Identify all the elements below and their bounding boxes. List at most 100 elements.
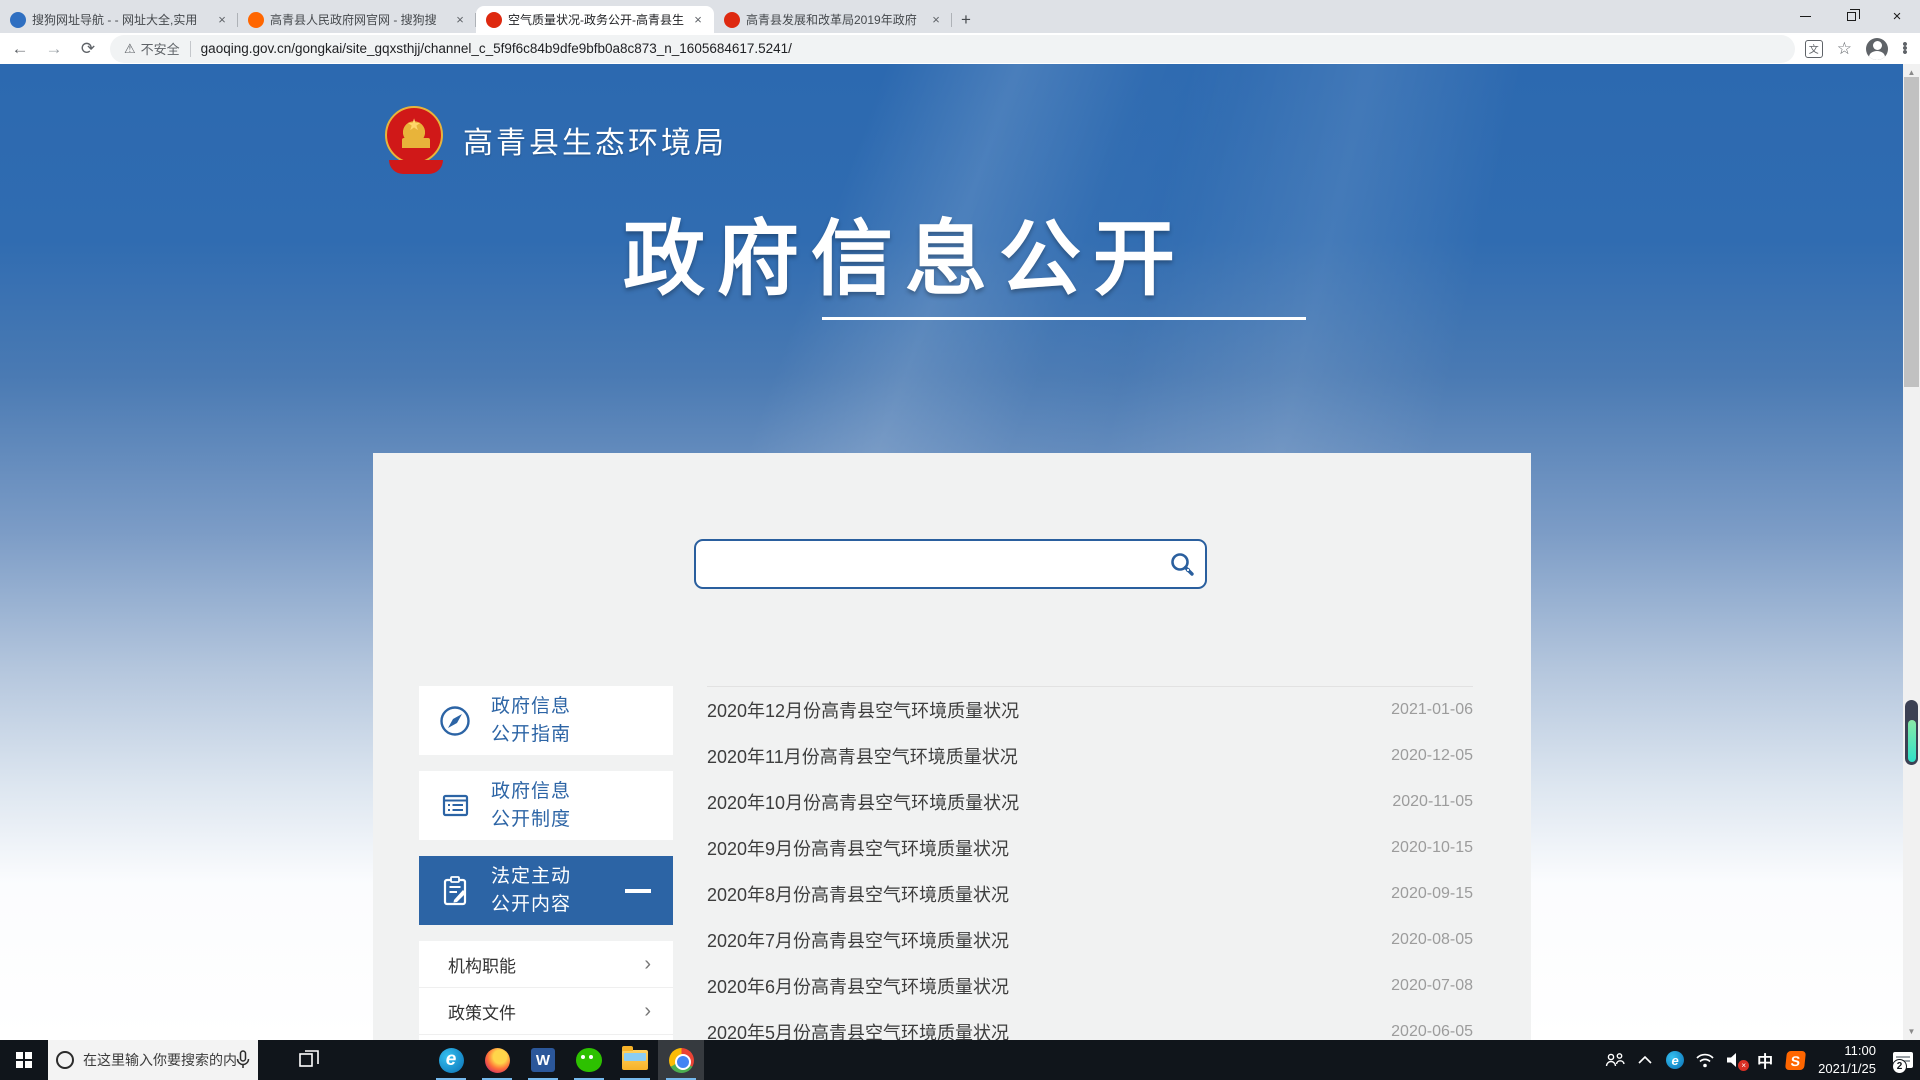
article-title[interactable]: 2020年11月份高青县空气环境质量状况 bbox=[707, 743, 1018, 769]
back-icon[interactable]: ← bbox=[6, 35, 34, 63]
scroll-down-arrow-icon[interactable]: ▼ bbox=[1903, 1023, 1920, 1040]
article-row[interactable]: 2020年11月份高青县空气环境质量状况 2020-12-05 bbox=[707, 733, 1473, 779]
notification-badge: 2 bbox=[1892, 1059, 1907, 1074]
tab-close-icon[interactable]: × bbox=[690, 12, 706, 28]
sidebar-item-statutory-disclosure[interactable]: 法定主动 公开内容 bbox=[419, 856, 673, 925]
volume-muted-icon[interactable]: × bbox=[1720, 1040, 1750, 1080]
browser-tab[interactable]: 空气质量状况-政务公开-高青县生 × bbox=[476, 6, 714, 33]
article-row[interactable]: 2020年9月份高青县空气环境质量状况 2020-10-15 bbox=[707, 825, 1473, 871]
sidebar-item-gov-info-system[interactable]: 政府信息 公开制度 bbox=[419, 771, 673, 840]
article-date: 2020-10-15 bbox=[1391, 839, 1473, 856]
sidebar-item-label: 政府信息 公开指南 bbox=[491, 695, 572, 745]
minimize-button[interactable] bbox=[1782, 0, 1828, 33]
tab-close-icon[interactable]: × bbox=[214, 12, 230, 28]
content-card: 政府信息 公开指南 政府信息 公开制度 法定主动 公开内容 机构职能 › 政策文… bbox=[373, 453, 1531, 1040]
site-search-input[interactable] bbox=[696, 541, 1159, 587]
tab-close-icon[interactable]: × bbox=[928, 12, 944, 28]
clock-time: 11:00 bbox=[1844, 1043, 1876, 1059]
edge-tray-icon[interactable]: e bbox=[1660, 1040, 1690, 1080]
system-tray: e × 中 S 11:00 2021/1/25 2 bbox=[1600, 1040, 1920, 1080]
document-icon bbox=[419, 787, 491, 825]
sidebar-item-label: 法定主动 公开内容 bbox=[491, 865, 572, 915]
browser-tab[interactable]: 搜狗网址导航 - - 网址大全,实用 × bbox=[0, 6, 238, 33]
article-title[interactable]: 2020年9月份高青县空气环境质量状况 bbox=[707, 835, 1009, 861]
omnibox[interactable]: ⚠ 不安全 gaoqing.gov.cn/gongkai/site_gqxsth… bbox=[110, 34, 1795, 63]
tab-title: 高青县发展和改革局2019年政府 bbox=[746, 13, 917, 27]
article-title[interactable]: 2020年6月份高青县空气环境质量状况 bbox=[707, 973, 1009, 999]
edge-icon: e bbox=[438, 1047, 464, 1073]
sogou-tray-icon[interactable]: S bbox=[1780, 1040, 1810, 1080]
article-row[interactable]: 2020年10月份高青县空气环境质量状况 2020-11-05 bbox=[707, 779, 1473, 825]
article-title[interactable]: 2020年8月份高青县空气环境质量状况 bbox=[707, 881, 1009, 907]
tab-close-icon[interactable]: × bbox=[452, 12, 468, 28]
restore-button[interactable] bbox=[1828, 0, 1874, 33]
close-button[interactable]: × bbox=[1874, 0, 1920, 33]
article-row[interactable]: 2020年8月份高青县空气环境质量状况 2020-09-15 bbox=[707, 871, 1473, 917]
scrollbar-thumb[interactable] bbox=[1904, 77, 1919, 387]
sidebar-item-gov-info-guide[interactable]: 政府信息 公开指南 bbox=[419, 686, 673, 755]
submenu-item[interactable]: 政策文件 › bbox=[419, 988, 673, 1035]
search-button[interactable] bbox=[1159, 541, 1205, 587]
article-title[interactable]: 2020年10月份高青县空气环境质量状况 bbox=[707, 789, 1019, 815]
browser-tab-bar: 搜狗网址导航 - - 网址大全,实用 × 高青县人民政府网官网 - 搜狗搜 × … bbox=[0, 0, 1920, 33]
forward-icon[interactable]: → bbox=[40, 35, 68, 63]
article-date: 2021-01-06 bbox=[1391, 701, 1473, 718]
collapse-minus-icon[interactable] bbox=[625, 889, 651, 893]
tab-title: 高青县人民政府网官网 - 搜狗搜 bbox=[270, 13, 437, 27]
browser-tab[interactable]: 高青县发展和改革局2019年政府 × bbox=[714, 6, 952, 33]
translate-icon[interactable]: 文 bbox=[1804, 39, 1823, 58]
security-warning-icon: ⚠ bbox=[124, 40, 136, 56]
taskbar-clock[interactable]: 11:00 2021/1/25 bbox=[1818, 1042, 1876, 1077]
browser-menu-icon[interactable]: • • • bbox=[1902, 37, 1908, 60]
chevron-right-icon: › bbox=[644, 1000, 651, 1022]
taskbar-app-word[interactable]: W bbox=[520, 1040, 566, 1080]
start-button[interactable] bbox=[0, 1040, 48, 1080]
action-center-button[interactable]: 2 bbox=[1886, 1040, 1920, 1080]
tray-expand-chevron-icon[interactable] bbox=[1630, 1040, 1660, 1080]
article-date: 2020-12-05 bbox=[1391, 747, 1473, 764]
microphone-icon[interactable] bbox=[236, 1050, 250, 1070]
submenu-item[interactable]: 机构职能 › bbox=[419, 941, 673, 988]
browser-tab[interactable]: 高青县人民政府网官网 - 搜狗搜 × bbox=[238, 6, 476, 33]
taskbar-app-edge[interactable]: e bbox=[428, 1040, 474, 1080]
tab-favicon-icon bbox=[248, 11, 264, 28]
sidebar-nav: 政府信息 公开指南 政府信息 公开制度 法定主动 公开内容 机构职能 › 政策文… bbox=[419, 686, 673, 1040]
wifi-icon[interactable] bbox=[1690, 1040, 1720, 1080]
national-emblem-logo: ★ bbox=[383, 104, 445, 176]
profile-avatar-icon[interactable] bbox=[1866, 37, 1888, 60]
article-row[interactable]: 2020年6月份高青县空气环境质量状况 2020-07-08 bbox=[707, 963, 1473, 1009]
taskbar-app-firefox[interactable] bbox=[474, 1040, 520, 1080]
article-date: 2020-09-15 bbox=[1391, 885, 1473, 902]
article-row[interactable]: 2020年5月份高青县空气环境质量状况 2020-06-05 bbox=[707, 1009, 1473, 1040]
bookmark-star-icon[interactable]: ☆ bbox=[1837, 39, 1852, 59]
taskbar-search-placeholder: 在这里输入你要搜索的内容 bbox=[83, 1052, 236, 1068]
page-scrollbar[interactable]: ▲ ▼ bbox=[1903, 64, 1920, 1040]
article-date: 2020-06-05 bbox=[1391, 1023, 1473, 1040]
compass-icon bbox=[419, 702, 491, 740]
taskbar-app-file-explorer[interactable] bbox=[612, 1040, 658, 1080]
window-controls: × bbox=[1782, 0, 1920, 33]
browser-url-bar: ← → ⟳ ⚠ 不安全 gaoqing.gov.cn/gongkai/site_… bbox=[0, 33, 1920, 64]
reload-icon[interactable]: ⟳ bbox=[74, 35, 102, 63]
taskbar-search-box[interactable]: 在这里输入你要搜索的内容 bbox=[48, 1040, 258, 1080]
article-date: 2020-07-08 bbox=[1391, 977, 1473, 994]
scrollbar-marker bbox=[1905, 700, 1918, 765]
new-tab-button[interactable]: + bbox=[952, 6, 980, 33]
chrome-icon bbox=[668, 1047, 694, 1073]
article-title[interactable]: 2020年5月份高青县空气环境质量状况 bbox=[707, 1019, 1009, 1040]
taskbar-app-wechat[interactable] bbox=[566, 1040, 612, 1080]
article-title[interactable]: 2020年7月份高青县空气环境质量状况 bbox=[707, 927, 1009, 953]
tab-favicon-icon bbox=[486, 11, 502, 28]
article-row[interactable]: 2020年7月份高青县空气环境质量状况 2020-08-05 bbox=[707, 917, 1473, 963]
ime-language-indicator[interactable]: 中 bbox=[1750, 1040, 1780, 1080]
tab-title: 搜狗网址导航 - - 网址大全,实用 bbox=[32, 13, 198, 27]
clock-date: 2021/1/25 bbox=[1818, 1061, 1876, 1076]
task-view-button[interactable] bbox=[286, 1040, 332, 1080]
chevron-right-icon: › bbox=[644, 953, 651, 975]
windows-logo-icon bbox=[16, 1052, 32, 1068]
article-title[interactable]: 2020年12月份高青县空气环境质量状况 bbox=[707, 697, 1019, 723]
article-row[interactable]: 2020年12月份高青县空气环境质量状况 2021-01-06 bbox=[707, 687, 1473, 733]
article-date: 2020-08-05 bbox=[1391, 931, 1473, 948]
taskbar-app-chrome[interactable] bbox=[658, 1040, 704, 1080]
people-icon[interactable] bbox=[1600, 1040, 1630, 1080]
